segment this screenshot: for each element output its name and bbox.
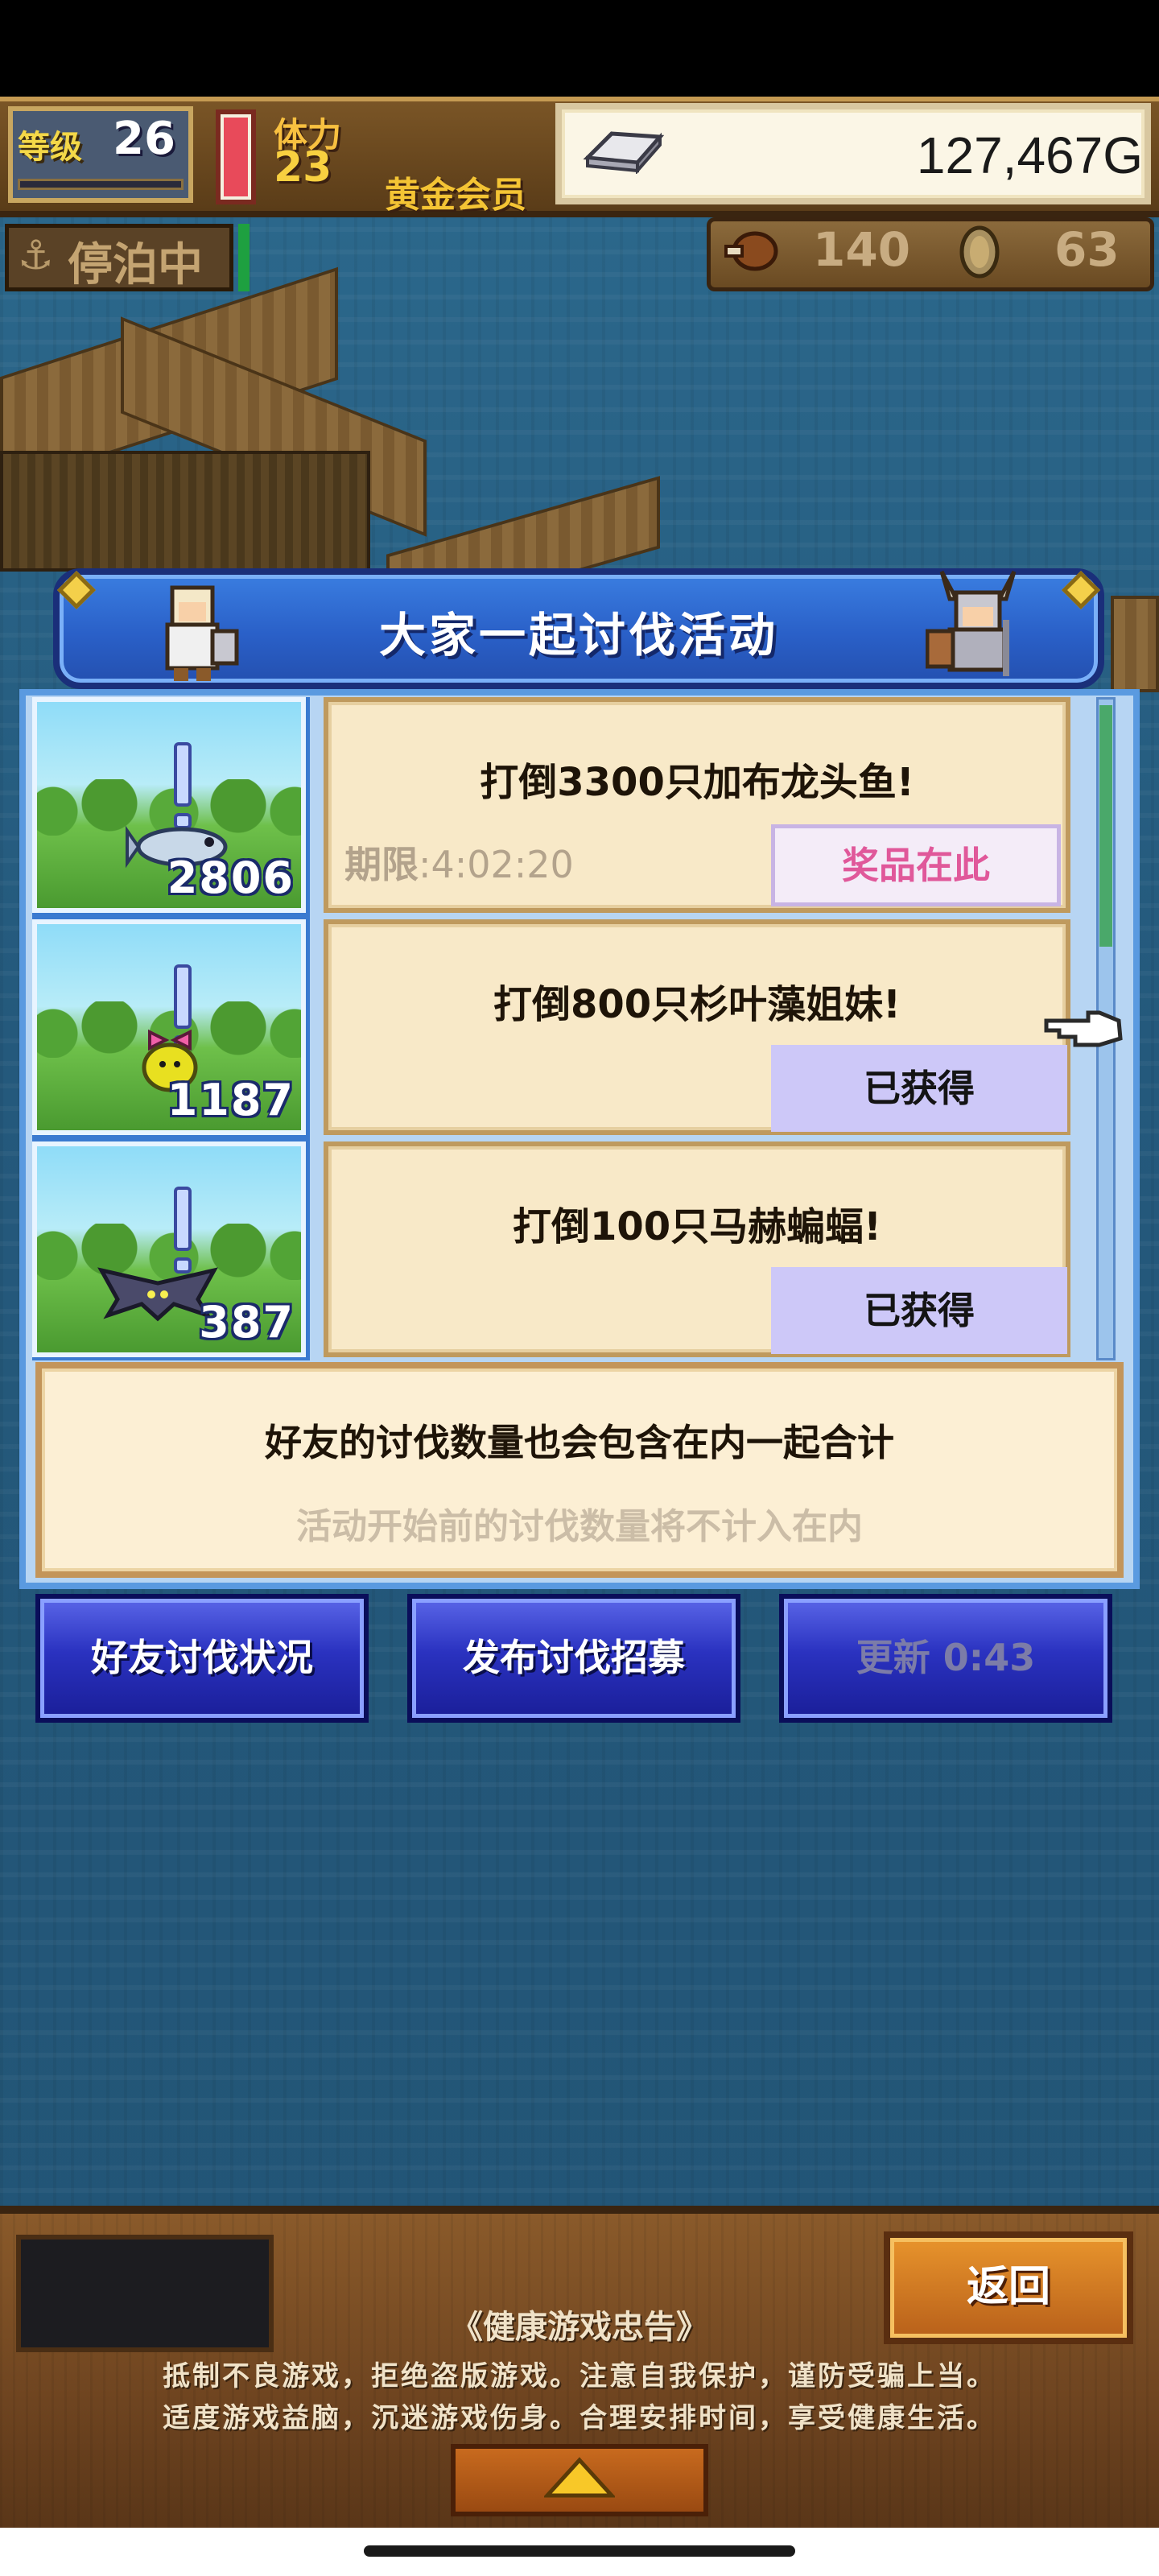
quest-goal: 打倒3300只加布龙头鱼! bbox=[480, 760, 914, 805]
kill-count: 2806 bbox=[167, 852, 295, 903]
refresh-button[interactable]: 更新 0:43 bbox=[779, 1594, 1112, 1723]
arrow-up-icon bbox=[544, 2457, 615, 2498]
list-scrollbar-thumb[interactable] bbox=[1099, 705, 1112, 947]
level-label: 等级 bbox=[18, 129, 82, 166]
anchor-icon: ⚓ bbox=[18, 232, 54, 279]
health-notice-title: 《健康游戏忠告》 bbox=[451, 2309, 708, 2346]
kill-count: 1187 bbox=[167, 1075, 295, 1125]
meat-icon bbox=[724, 231, 778, 271]
member-label: 黄金会员 bbox=[385, 175, 526, 216]
gold-value: 127,467G bbox=[916, 126, 1143, 184]
friend-status-button[interactable]: 好友讨伐状况 bbox=[35, 1594, 369, 1723]
medal-icon bbox=[959, 225, 1000, 279]
moor-status-indicator bbox=[238, 224, 250, 291]
pointing-hand-icon bbox=[1044, 1010, 1123, 1047]
moor-status-label: 停泊中 bbox=[68, 239, 203, 291]
event-quest-list[interactable]: 2806 打倒3300只加布龙头鱼! 期限:4:02:20 奖品在此 1187 … bbox=[32, 697, 1079, 1360]
quest-thumbnail: 1187 bbox=[32, 915, 310, 1139]
event-info-main: 好友的讨伐数量也会包含在内一起合计 bbox=[265, 1421, 894, 1464]
claimed-button[interactable]: 已获得 bbox=[771, 1045, 1067, 1132]
quest-goal: 打倒100只马赫蝙蝠! bbox=[512, 1204, 882, 1249]
stamina-gauge bbox=[216, 109, 256, 204]
reward-button[interactable]: 奖品在此 bbox=[771, 824, 1061, 906]
event-title: 大家一起讨伐活动 bbox=[378, 608, 778, 663]
post-recruit-button[interactable]: 发布讨伐招募 bbox=[407, 1594, 740, 1723]
quest-card: 打倒800只杉叶藻姐妹! 已获得 bbox=[324, 919, 1070, 1135]
exclamation-icon bbox=[174, 742, 192, 807]
status-bar bbox=[0, 0, 1159, 97]
quest-card: 打倒3300只加布龙头鱼! 期限:4:02:20 奖品在此 bbox=[324, 697, 1070, 913]
quest-thumbnail: 387 bbox=[32, 1137, 310, 1360]
quest-thumbnail: 2806 bbox=[32, 697, 310, 917]
meat-value: 140 bbox=[813, 222, 911, 277]
quest-goal: 打倒800只杉叶藻姐妹! bbox=[493, 982, 901, 1027]
quest-row: 2806 打倒3300只加布龙头鱼! 期限:4:02:20 奖品在此 bbox=[32, 697, 1079, 917]
dock-left-wall bbox=[0, 451, 370, 572]
claimed-button[interactable]: 已获得 bbox=[771, 1267, 1067, 1354]
silver-bar-icon bbox=[583, 131, 665, 174]
exclamation-icon bbox=[174, 964, 192, 1029]
level-exp-bar bbox=[18, 179, 184, 190]
quest-card: 打倒100只马赫蝙蝠! 已获得 bbox=[324, 1141, 1070, 1357]
quest-row: 1187 打倒800只杉叶藻姐妹! 已获得 bbox=[32, 915, 1079, 1139]
dock-far-right bbox=[1111, 596, 1159, 692]
quest-row: 387 打倒100只马赫蝙蝠! 已获得 bbox=[32, 1137, 1079, 1360]
event-info-sub: 活动开始前的讨伐数量将不计入在内 bbox=[296, 1506, 863, 1547]
health-notice-line: 适度游戏益脑，沉迷游戏伤身。合理安排时间，享受健康生活。 bbox=[163, 2402, 996, 2434]
quest-deadline: 期限:4:02:20 bbox=[344, 836, 574, 889]
stamina-value: 23 bbox=[274, 143, 332, 192]
health-notice-line: 抵制不良游戏，拒绝盗版游戏。注意自我保护，谨防受骗上当。 bbox=[163, 2360, 996, 2392]
home-indicator[interactable] bbox=[364, 2545, 795, 2557]
deadline-label: 期限 bbox=[344, 843, 419, 886]
level-value: 26 bbox=[113, 113, 175, 165]
deadline-value: :4:02:20 bbox=[419, 843, 574, 886]
kill-count: 387 bbox=[199, 1297, 295, 1348]
medal-value: 63 bbox=[1054, 222, 1120, 277]
exclamation-icon bbox=[174, 1187, 192, 1251]
